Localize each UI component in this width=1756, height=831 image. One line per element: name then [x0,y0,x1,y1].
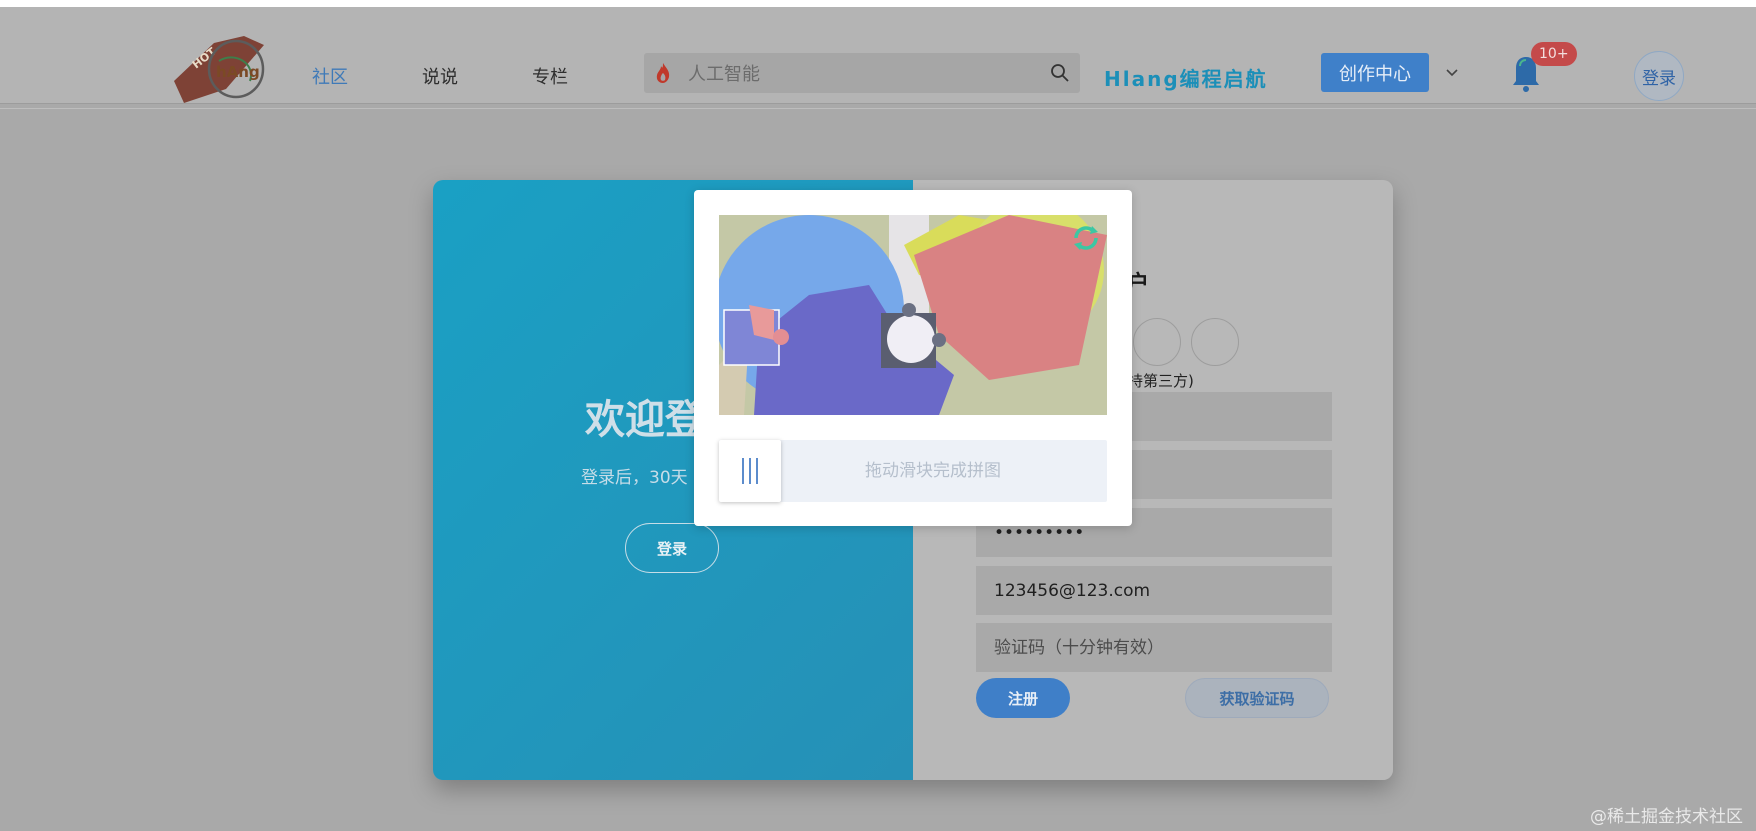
header: HOT hAng 社区 说说 专栏 Hlang编程启航 创作中心 10+ 登录 [0,7,1756,104]
top-strip [0,0,1756,7]
panel-login-button[interactable]: 登录 [625,523,719,573]
notification-badge: 10+ [1531,42,1577,66]
email-field[interactable] [976,566,1332,615]
captcha-slider-track: 拖动滑块完成拼图 [719,440,1107,502]
search-icon[interactable] [1050,63,1070,83]
captcha-dialog: 拖动滑块完成拼图 [694,190,1132,526]
welcome-title: 欢迎登 [585,397,705,443]
social-login-2[interactable] [1191,318,1239,366]
header-login-button[interactable]: 登录 [1634,51,1684,101]
watermark: @稀土掘金技术社区 [1590,807,1743,827]
brand-text: Hlang编程启航 [1104,67,1268,91]
verification-code-field[interactable] [976,623,1332,672]
register-button[interactable]: 注册 [976,678,1070,718]
nav-community[interactable]: 社区 [312,63,348,89]
fire-icon [656,63,670,83]
captcha-puzzle-image [719,215,1107,415]
nav-posts[interactable]: 说说 [422,63,458,89]
creator-center-button[interactable]: 创作中心 [1321,53,1429,92]
social-login-1[interactable] [1133,318,1181,366]
refresh-icon[interactable] [1070,222,1102,254]
logo[interactable]: HOT hAng [174,31,270,103]
chevron-down-icon[interactable] [1444,65,1460,81]
header-divider [0,108,1756,109]
grip-icon [742,458,758,484]
welcome-subtext: 登录后，30天 [581,468,688,488]
nav-columns[interactable]: 专栏 [532,63,568,89]
get-code-button[interactable]: 获取验证码 [1185,678,1329,718]
search-input[interactable] [686,59,1030,89]
slider-handle[interactable] [719,440,781,502]
search-bar [644,53,1080,93]
svg-text:hAng: hAng [216,63,260,81]
